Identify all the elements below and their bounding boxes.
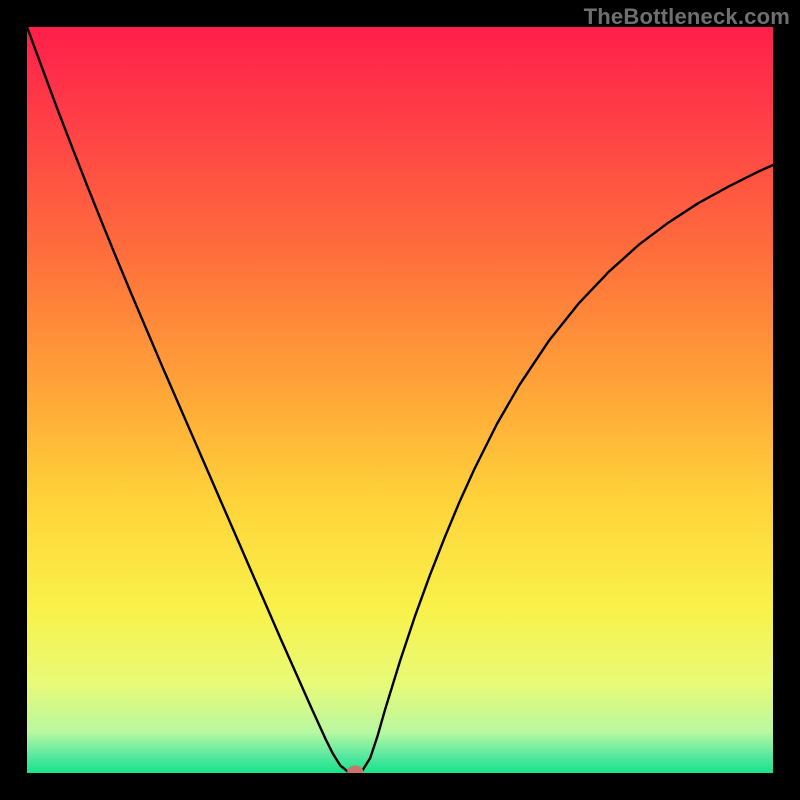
watermark-text: TheBottleneck.com: [584, 4, 790, 30]
chart-frame: TheBottleneck.com: [0, 0, 800, 800]
bottleneck-chart: [27, 27, 773, 773]
plot-area: [27, 27, 773, 773]
